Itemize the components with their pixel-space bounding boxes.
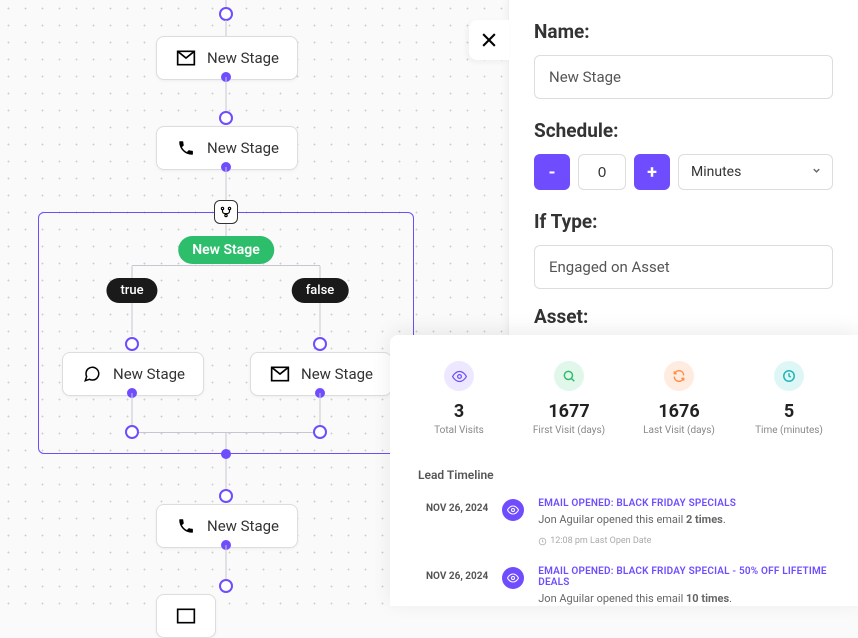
timeline-item[interactable]: NOV 26, 2024 EMAIL OPENED: BLACK FRIDAY …	[410, 498, 838, 546]
port-out[interactable]	[221, 449, 231, 459]
schedule-input[interactable]	[578, 154, 626, 190]
port-in[interactable]	[313, 337, 327, 351]
iftype-label: If Type:	[534, 210, 833, 233]
port-join[interactable]	[125, 425, 139, 439]
phone-icon	[175, 515, 197, 537]
schedule-unit-select[interactable]: Minutes	[678, 154, 833, 190]
increment-button[interactable]: +	[634, 154, 670, 190]
mail-icon	[175, 605, 197, 627]
stage-editor-panel: Name: New Stage Schedule: - + Minutes If…	[508, 0, 858, 360]
phone-icon	[175, 137, 197, 159]
stage-node-partial[interactable]	[156, 594, 216, 638]
port-join[interactable]	[313, 425, 327, 439]
asset-label: Asset:	[534, 305, 833, 328]
close-button[interactable]	[469, 20, 509, 60]
name-input[interactable]: New Stage	[534, 55, 833, 99]
eye-icon	[502, 499, 524, 521]
stat-total-visits: 3 Total Visits	[410, 353, 508, 444]
port-in[interactable]	[219, 111, 233, 125]
chevron-down-icon	[811, 164, 822, 180]
eye-icon	[444, 361, 474, 391]
decrement-button[interactable]: -	[534, 154, 570, 190]
iftype-select[interactable]: Engaged on Asset	[534, 245, 833, 289]
branch-false-label: false	[292, 278, 349, 303]
refresh-icon	[664, 361, 694, 391]
node-label: New Stage	[207, 517, 279, 535]
port-in[interactable]	[219, 7, 233, 21]
branch-icon	[214, 200, 238, 224]
node-label: New Stage	[207, 139, 279, 157]
node-label: New Stage	[207, 49, 279, 67]
stat-last-visit: 1676 Last Visit (days)	[630, 353, 728, 444]
port-in[interactable]	[125, 337, 139, 351]
eye-icon	[502, 567, 524, 589]
chat-icon	[81, 363, 103, 385]
timeline-item[interactable]: NOV 26, 2024 EMAIL OPENED: BLACK FRIDAY …	[410, 566, 838, 605]
close-icon	[479, 30, 499, 50]
lead-overlay-panel: 3 Total Visits 1677 First Visit (days) 1…	[390, 335, 858, 606]
port-in[interactable]	[219, 579, 233, 593]
schedule-label: Schedule:	[534, 119, 833, 142]
mail-icon	[175, 47, 197, 69]
mail-icon	[269, 363, 291, 385]
clock-icon	[774, 361, 804, 391]
timeline-title: Lead Timeline	[418, 468, 838, 482]
node-label: New Stage	[113, 365, 185, 383]
branch-label[interactable]: New Stage	[178, 236, 274, 264]
name-label: Name:	[534, 20, 833, 43]
stat-time: 5 Time (minutes)	[740, 353, 838, 444]
stat-first-visit: 1677 First Visit (days)	[520, 353, 618, 444]
node-label: New Stage	[301, 365, 373, 383]
search-icon	[554, 361, 584, 391]
branch-true-label: true	[106, 278, 157, 303]
clock-icon	[538, 537, 547, 546]
port-in[interactable]	[219, 489, 233, 503]
